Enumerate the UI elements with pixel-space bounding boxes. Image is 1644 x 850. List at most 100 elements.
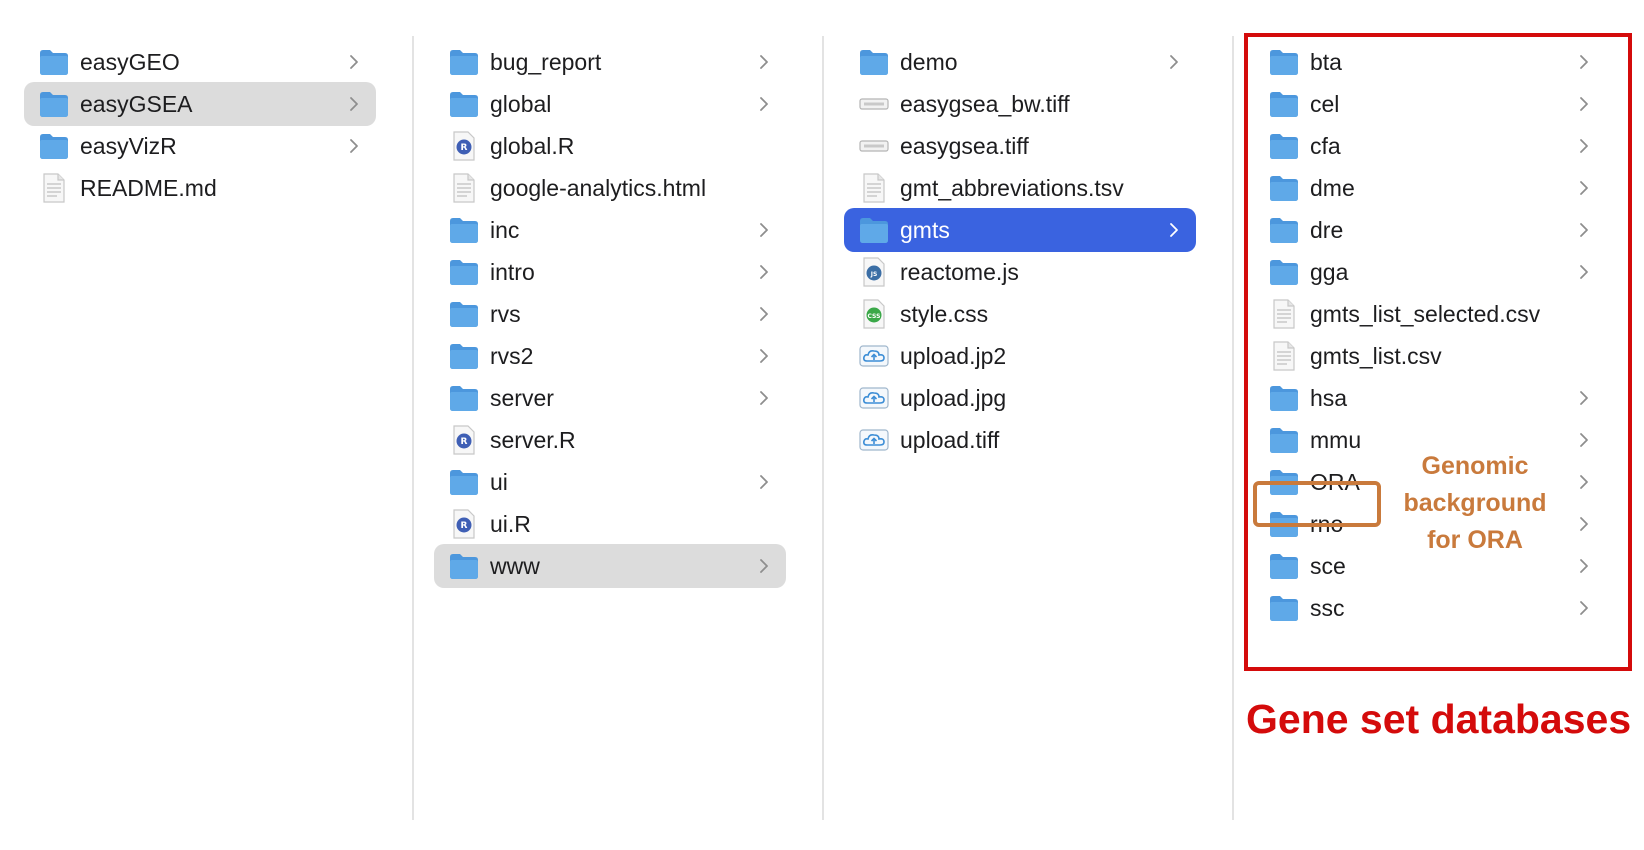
folder-icon	[448, 46, 480, 78]
file-row[interactable]: JS reactome.js	[844, 250, 1196, 294]
item-label: inc	[490, 217, 520, 243]
file-row[interactable]: Rserver.R	[434, 418, 786, 462]
item-label: easygsea.tiff	[900, 133, 1029, 159]
chevron-right-icon	[754, 260, 774, 284]
item-label: upload.jpg	[900, 385, 1007, 411]
folder-row[interactable]: inc	[434, 208, 786, 252]
r-file-icon: R	[448, 508, 480, 540]
svg-text:CSS: CSS	[868, 313, 881, 320]
svg-text:R: R	[461, 437, 468, 447]
file-row[interactable]: Rui.R	[434, 502, 786, 546]
item-label: global.R	[490, 133, 575, 159]
folder-row[interactable]: www	[434, 544, 786, 588]
folder-row[interactable]: easyGSEA	[24, 82, 376, 126]
column-2: bug_reportglobal Rglobal.R google-analytic…	[434, 0, 802, 820]
css-file-icon: CSS	[858, 298, 890, 330]
chevron-right-icon	[1164, 218, 1184, 242]
chevron-right-icon	[754, 554, 774, 578]
file-row[interactable]: CSS style.css	[844, 292, 1196, 336]
svg-text:R: R	[461, 143, 468, 153]
folder-icon	[448, 256, 480, 288]
folder-icon	[448, 214, 480, 246]
r-file-icon: R	[448, 424, 480, 456]
folder-icon	[38, 88, 70, 120]
folder-row[interactable]: rvs2	[434, 334, 786, 378]
file-row[interactable]: gmt_abbreviations.tsv	[844, 166, 1196, 210]
item-label: gmts	[900, 217, 950, 243]
item-label: easyGEO	[80, 49, 180, 75]
folder-icon	[448, 88, 480, 120]
document-icon	[858, 172, 890, 204]
folder-icon	[858, 46, 890, 78]
file-row[interactable]: easygsea.tiff	[844, 124, 1196, 168]
folder-icon	[38, 130, 70, 162]
item-label: upload.jp2	[900, 343, 1007, 369]
item-label: ui	[490, 469, 508, 495]
folder-icon	[448, 298, 480, 330]
ora-highlight-box	[1253, 481, 1381, 527]
ora-annotation-line: background	[1403, 489, 1547, 517]
item-label: demo	[900, 49, 958, 75]
file-row[interactable]: README.md	[24, 166, 376, 210]
item-label: upload.tiff	[900, 427, 1000, 453]
file-row[interactable]: upload.jp2	[844, 334, 1196, 378]
item-label: style.css	[900, 301, 989, 327]
item-label: ui.R	[490, 511, 531, 537]
folder-icon	[448, 382, 480, 414]
chevron-right-icon	[344, 50, 364, 74]
folder-icon	[448, 466, 480, 498]
file-row[interactable]: easygsea_bw.tiff	[844, 82, 1196, 126]
chevron-right-icon	[754, 470, 774, 494]
item-label: bug_report	[490, 49, 602, 75]
folder-row[interactable]: bug_report	[434, 40, 786, 84]
folder-row[interactable]: rvs	[434, 292, 786, 336]
cloud-upload-icon	[858, 424, 890, 456]
folder-row[interactable]: easyVizR	[24, 124, 376, 168]
file-row[interactable]: upload.tiff	[844, 418, 1196, 462]
column-divider[interactable]	[1232, 36, 1234, 820]
item-label: reactome.js	[900, 259, 1019, 285]
image-file-icon	[858, 88, 890, 120]
cloud-upload-icon	[858, 340, 890, 372]
item-label: server	[490, 385, 554, 411]
column-divider[interactable]	[412, 36, 414, 820]
chevron-right-icon	[754, 92, 774, 116]
folder-row[interactable]: intro	[434, 250, 786, 294]
document-icon	[38, 172, 70, 204]
chevron-right-icon	[1164, 50, 1184, 74]
item-label: server.R	[490, 427, 576, 453]
ora-annotation-line: Genomic	[1421, 452, 1529, 480]
folder-icon	[448, 550, 480, 582]
r-file-icon: R	[448, 130, 480, 162]
chevron-right-icon	[754, 50, 774, 74]
folder-row[interactable]: easyGEO	[24, 40, 376, 84]
gene-set-databases-highlight-box	[1244, 33, 1632, 671]
item-label: gmt_abbreviations.tsv	[900, 175, 1124, 201]
item-label: README.md	[80, 175, 217, 201]
item-label: easyGSEA	[80, 91, 193, 117]
folder-row[interactable]: gmts	[844, 208, 1196, 252]
folder-row[interactable]: server	[434, 376, 786, 420]
file-row[interactable]: Rglobal.R	[434, 124, 786, 168]
item-label: google-analytics.html	[490, 175, 707, 201]
file-row[interactable]: upload.jpg	[844, 376, 1196, 420]
cloud-upload-icon	[858, 382, 890, 414]
chevron-right-icon	[754, 302, 774, 326]
item-label: intro	[490, 259, 535, 285]
svg-text:JS: JS	[870, 271, 878, 278]
item-label: rvs	[490, 301, 521, 327]
ora-annotation: Genomic background for ORA	[1380, 448, 1570, 559]
js-file-icon: JS	[858, 256, 890, 288]
chevron-right-icon	[344, 134, 364, 158]
column-divider[interactable]	[822, 36, 824, 820]
folder-row[interactable]: ui	[434, 460, 786, 504]
item-label: global	[490, 91, 552, 117]
chevron-right-icon	[754, 386, 774, 410]
file-row[interactable]: google-analytics.html	[434, 166, 786, 210]
item-label: easyVizR	[80, 133, 177, 159]
chevron-right-icon	[754, 218, 774, 242]
folder-row[interactable]: demo	[844, 40, 1196, 84]
column-3: demo easygsea_bw.tiff easygsea.tiff gmt_abb…	[844, 0, 1212, 820]
item-label: easygsea_bw.tiff	[900, 91, 1070, 117]
folder-row[interactable]: global	[434, 82, 786, 126]
